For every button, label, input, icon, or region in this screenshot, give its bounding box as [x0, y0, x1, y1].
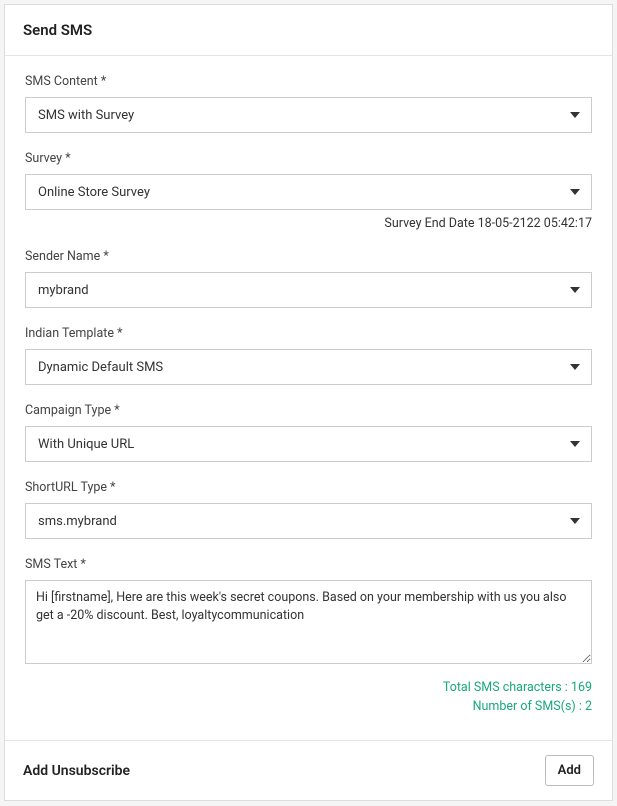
- survey-label: Survey *: [25, 151, 592, 166]
- panel-header: Send SMS: [5, 5, 612, 56]
- sms-message-count: Number of SMS(s) : 2: [25, 699, 592, 714]
- sms-text-input[interactable]: [25, 580, 592, 664]
- campaign-type-field: Campaign Type *: [25, 403, 592, 462]
- panel-title: Send SMS: [23, 21, 594, 39]
- shorturl-type-label: ShortURL Type *: [25, 480, 592, 495]
- indian-template-select-input[interactable]: [25, 349, 592, 385]
- sms-text-field: SMS Text * Total SMS characters : 169 Nu…: [25, 557, 592, 714]
- shorturl-type-select-input[interactable]: [25, 503, 592, 539]
- indian-template-field: Indian Template *: [25, 326, 592, 385]
- sms-content-select[interactable]: [25, 97, 592, 133]
- sms-text-label: SMS Text *: [25, 557, 592, 572]
- sms-char-count: Total SMS characters : 169: [25, 680, 592, 695]
- panel-body: SMS Content * Survey * Survey End Date 1…: [5, 56, 612, 741]
- survey-select[interactable]: [25, 174, 592, 210]
- shorturl-type-field: ShortURL Type *: [25, 480, 592, 539]
- sender-name-select[interactable]: [25, 272, 592, 308]
- add-button[interactable]: Add: [545, 755, 594, 786]
- sender-name-label: Sender Name *: [25, 249, 592, 264]
- sms-content-select-input[interactable]: [25, 97, 592, 133]
- indian-template-label: Indian Template *: [25, 326, 592, 341]
- send-sms-panel: Send SMS SMS Content * Survey * Survey E…: [4, 4, 613, 801]
- campaign-type-label: Campaign Type *: [25, 403, 592, 418]
- sender-name-field: Sender Name *: [25, 249, 592, 308]
- sms-stats: Total SMS characters : 169 Number of SMS…: [25, 680, 592, 714]
- add-unsubscribe-title: Add Unsubscribe: [23, 763, 130, 779]
- survey-field: Survey * Survey End Date 18-05-2122 05:4…: [25, 151, 592, 231]
- indian-template-select[interactable]: [25, 349, 592, 385]
- sms-content-field: SMS Content *: [25, 74, 592, 133]
- campaign-type-select[interactable]: [25, 426, 592, 462]
- sender-name-select-input[interactable]: [25, 272, 592, 308]
- shorturl-type-select[interactable]: [25, 503, 592, 539]
- campaign-type-select-input[interactable]: [25, 426, 592, 462]
- survey-select-input[interactable]: [25, 174, 592, 210]
- survey-end-date: Survey End Date 18-05-2122 05:42:17: [25, 216, 592, 231]
- sms-content-label: SMS Content *: [25, 74, 592, 89]
- add-unsubscribe-row: Add Unsubscribe Add: [5, 741, 612, 800]
